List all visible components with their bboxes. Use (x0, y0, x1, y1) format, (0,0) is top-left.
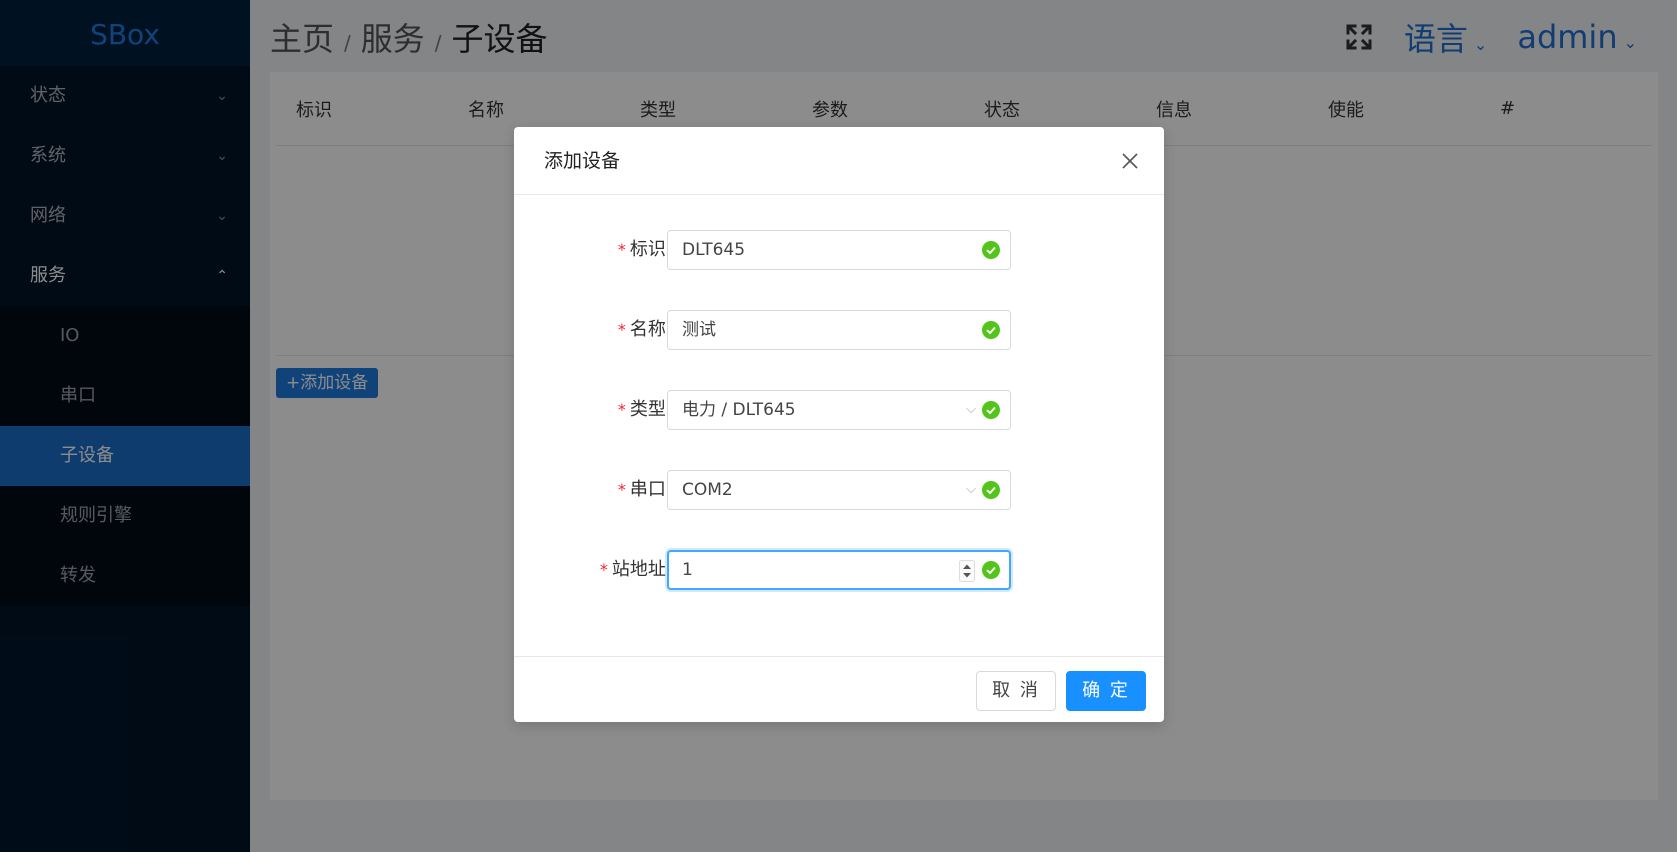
form-row-serial: * 串口: COM2 ⌵ (514, 470, 1164, 510)
close-icon[interactable] (1120, 151, 1140, 171)
name-input[interactable]: 测试 (667, 310, 1011, 350)
required-mark: * (599, 560, 608, 579)
check-circle-icon (982, 401, 1000, 419)
form-row-id: * 标识: DLT645 (514, 230, 1164, 270)
input-value: 测试 (682, 320, 716, 340)
number-stepper-icon[interactable] (959, 560, 975, 582)
required-mark: * (617, 480, 626, 499)
form-row-station: * 站地址: 1 (514, 550, 1164, 590)
check-circle-icon (982, 481, 1000, 499)
check-circle-icon (982, 241, 1000, 259)
type-select[interactable]: 电力 / DLT645 ⌵ (667, 390, 1011, 430)
required-mark: * (617, 240, 626, 259)
input-value: 1 (682, 560, 693, 580)
field-label-text: 标识: (629, 239, 672, 260)
chevron-down-icon: ⌵ (966, 482, 976, 497)
field-label-text: 站地址: (611, 559, 672, 580)
cancel-button[interactable]: 取 消 (976, 671, 1056, 711)
select-value: COM2 (682, 480, 733, 500)
add-device-modal: 添加设备 * 标识: DLT645 * 名称: 测试 * 类型: 电力 / DL… (514, 127, 1164, 722)
modal-body: * 标识: DLT645 * 名称: 测试 * 类型: 电力 / DLT645 ⌵ (514, 195, 1164, 656)
required-mark: * (617, 400, 626, 419)
serial-select[interactable]: COM2 ⌵ (667, 470, 1011, 510)
confirm-button[interactable]: 确 定 (1066, 671, 1146, 711)
field-label-text: 串口: (629, 479, 672, 500)
field-label-text: 类型: (629, 399, 672, 420)
station-address-input[interactable]: 1 (667, 550, 1011, 590)
modal-footer: 取 消 确 定 (514, 656, 1164, 722)
select-value: 电力 / DLT645 (682, 400, 796, 420)
field-label: * 串口: (618, 470, 672, 510)
check-circle-icon (982, 561, 1000, 579)
field-label-text: 名称: (629, 319, 672, 340)
field-label: * 标识: (618, 230, 672, 270)
id-input[interactable]: DLT645 (667, 230, 1011, 270)
form-row-name: * 名称: 测试 (514, 310, 1164, 350)
field-label: * 类型: (618, 390, 672, 430)
modal-title: 添加设备 (544, 150, 621, 172)
field-label: * 名称: (618, 310, 672, 350)
field-label: * 站地址: (600, 550, 672, 590)
required-mark: * (617, 320, 626, 339)
input-value: DLT645 (682, 240, 746, 260)
modal-header: 添加设备 (514, 127, 1164, 195)
chevron-down-icon: ⌵ (966, 402, 976, 417)
form-row-type: * 类型: 电力 / DLT645 ⌵ (514, 390, 1164, 430)
check-circle-icon (982, 321, 1000, 339)
